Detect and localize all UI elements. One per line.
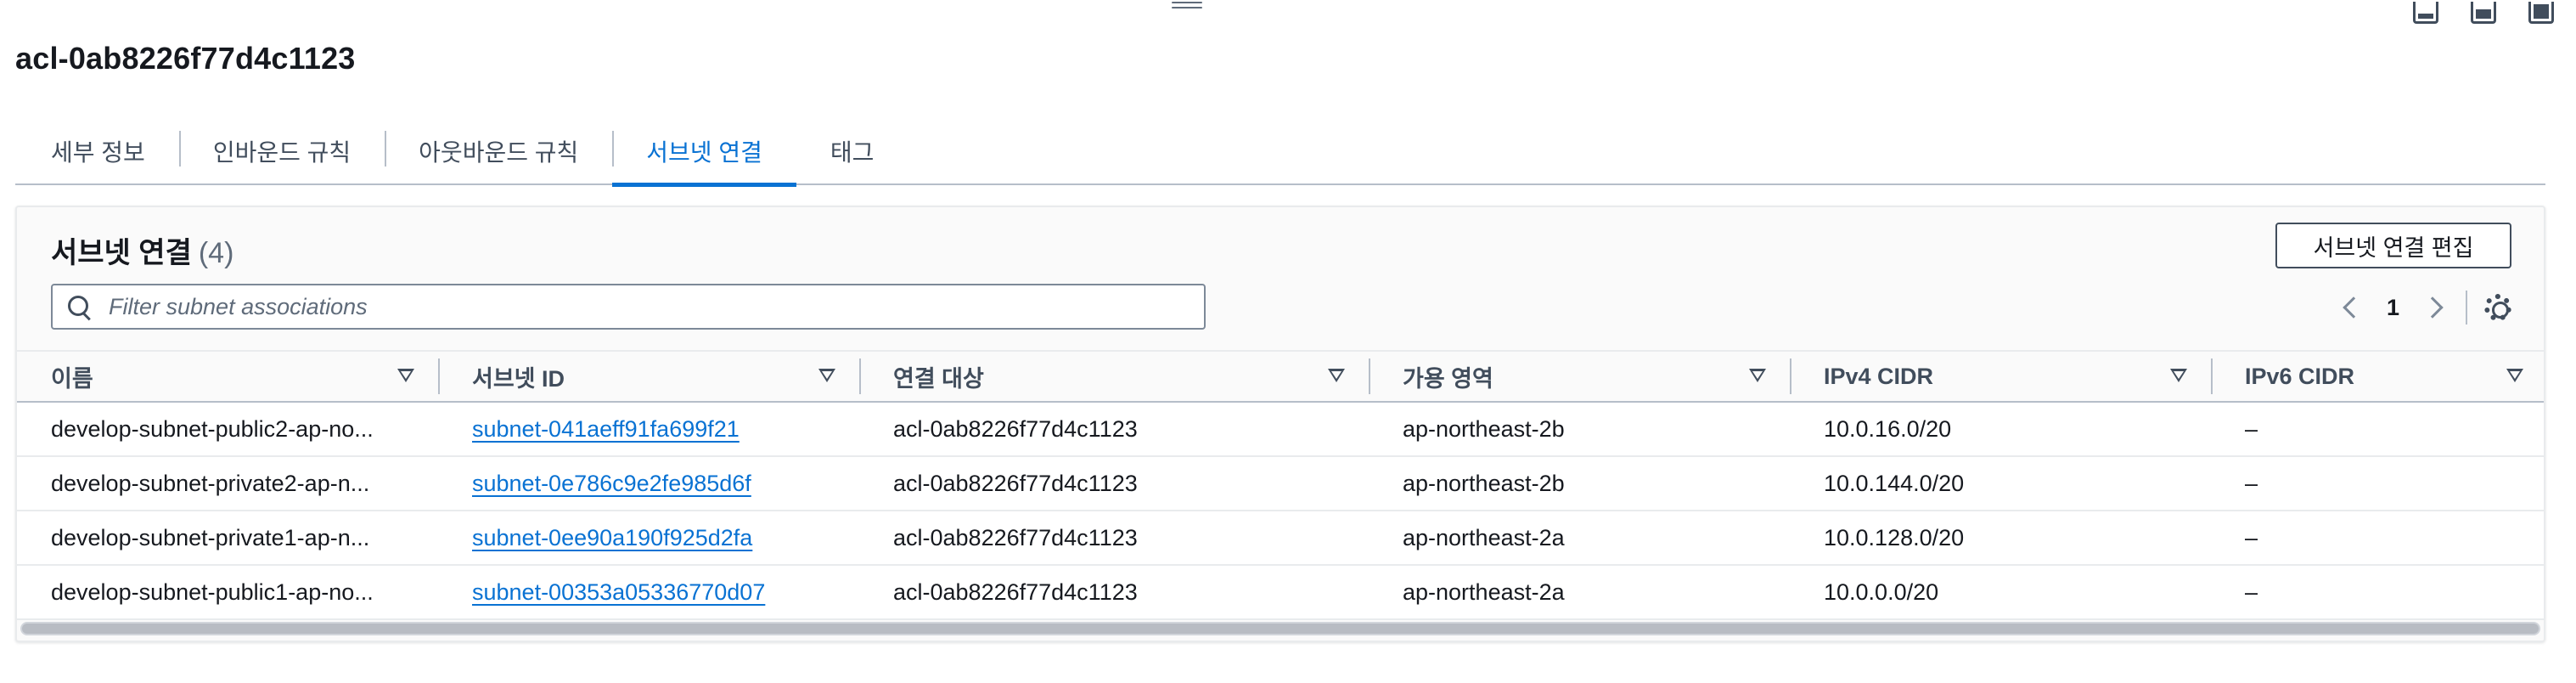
tab-inbound-rules[interactable]: 인바운드 규칙 [178,127,385,185]
cell-associated-with: acl-0ab8226f77d4c1123 [893,415,1138,442]
cell-name: develop-subnet-public1-ap-no... [51,579,374,605]
column-header-ipv4-cidr[interactable]: IPv4 CIDR [1790,350,2211,403]
cell-ipv4-cidr: 10.0.144.0/20 [1824,470,1965,496]
panel-title-text: 서브넷 연결 [51,237,192,269]
cell-subnet-id: subnet-0e786c9e2fe985d6f [438,456,859,511]
cell-name: develop-subnet-public2-ap-no... [51,415,374,442]
table-header: 이름 서브넷 ID 연결 대상 가용 영역 IPv4 CIDR IPv6 CID… [17,350,2544,403]
cell-ipv6-cidr: – [2245,415,2258,442]
tab-outbound-rules[interactable]: 아웃바운드 규칙 [385,127,612,185]
layout-full-icon[interactable] [2528,2,2554,24]
panel-title: 서브넷 연결 (4) [51,229,233,271]
table-row[interactable]: develop-subnet-private2-ap-n... subnet-0… [17,456,2544,511]
column-header-associated-with[interactable]: 연결 대상 [859,350,1369,403]
cell-ipv4-cidr: 10.0.0.0/20 [1824,579,1939,605]
chevron-right-icon[interactable] [2421,296,2444,319]
cell-ipv4-cidr: 10.0.16.0/20 [1824,415,1952,442]
sort-caret-icon[interactable] [397,369,414,382]
sort-caret-icon[interactable] [1328,369,1345,382]
cell-name: develop-subnet-private2-ap-n... [51,470,370,496]
table-row[interactable]: develop-subnet-public1-ap-no... subnet-0… [17,565,2544,620]
layout-half-icon[interactable] [2471,2,2496,24]
table-row[interactable]: develop-subnet-private1-ap-n... subnet-0… [17,511,2544,566]
subnet-associations-panel: 서브넷 연결(4) 서브넷 연결 편집 1 이름 서브넷 ID 연결 대상 가용… [15,206,2545,642]
cell-ipv6-cidr: – [2245,524,2258,550]
cell-ipv6-cidr: – [2245,470,2258,496]
cell-subnet-id: subnet-00353a05336770d07 [438,565,859,619]
horizontal-scrollbar[interactable] [20,622,2540,635]
cell-associated-with: acl-0ab8226f77d4c1123 [893,524,1138,550]
cell-ipv6-cidr: – [2245,579,2258,605]
cell-subnet-id: subnet-0ee90a190f925d2fa [438,511,859,565]
column-header-ipv6-cidr[interactable]: IPv6 CIDR [2211,350,2544,403]
filter-input[interactable] [109,293,1170,320]
tab-bar: 세부 정보 인바운드 규칙 아웃바운드 규칙 서브넷 연결 태그 [15,127,2545,187]
column-header-label: 이름 [51,365,93,392]
sort-caret-icon[interactable] [1749,369,1766,382]
subnet-id-link[interactable]: subnet-00353a05336770d07 [472,579,765,606]
column-header-label: 연결 대상 [893,365,984,392]
pagination: 1 [2334,289,2511,326]
cell-name: develop-subnet-private1-ap-n... [51,524,370,550]
subnet-id-link[interactable]: subnet-0e786c9e2fe985d6f [472,471,751,497]
column-header-label: IPv4 CIDR [1824,363,1934,389]
cell-subnet-id: subnet-041aeff91fa699f21 [438,402,859,456]
search-icon [66,294,92,319]
panel-count: (4) [198,237,234,269]
chevron-left-icon[interactable] [2343,296,2365,319]
layout-bottom-icon[interactable] [2413,2,2438,24]
column-header-label: 서브넷 ID [472,365,565,392]
subnet-table: 이름 서브넷 ID 연결 대상 가용 영역 IPv4 CIDR IPv6 CID… [17,350,2544,620]
cell-availability-zone: ap-northeast-2a [1403,579,1565,605]
page-title: acl-0ab8226f77d4c1123 [15,41,356,76]
tab-details[interactable]: 세부 정보 [15,127,179,185]
subnet-id-link[interactable]: subnet-0ee90a190f925d2fa [472,525,752,551]
gear-icon[interactable] [2484,294,2511,321]
tab-subnet-associations[interactable]: 서브넷 연결 [612,127,796,187]
column-header-availability-zone[interactable]: 가용 영역 [1369,350,1790,403]
column-header-subnet-id[interactable]: 서브넷 ID [438,350,859,403]
filter-box [51,284,1206,330]
edit-subnet-associations-button[interactable]: 서브넷 연결 편집 [2275,223,2511,268]
page-number[interactable]: 1 [2387,295,2399,321]
tab-tags[interactable]: 태그 [796,127,908,185]
table-row[interactable]: develop-subnet-public2-ap-no... subnet-0… [17,402,2544,457]
drag-handle-icon[interactable] [1172,2,1202,14]
pager-divider [2466,291,2467,325]
sort-caret-icon[interactable] [818,369,835,382]
cell-availability-zone: ap-northeast-2b [1403,470,1565,496]
cell-ipv4-cidr: 10.0.128.0/20 [1824,524,1965,550]
scrollbar-thumb[interactable] [22,624,2539,634]
subnet-id-link[interactable]: subnet-041aeff91fa699f21 [472,416,740,443]
column-header-label: 가용 영역 [1403,365,1493,392]
cell-availability-zone: ap-northeast-2b [1403,415,1565,442]
sort-caret-icon[interactable] [2170,369,2187,382]
sort-caret-icon[interactable] [2506,369,2523,382]
cell-associated-with: acl-0ab8226f77d4c1123 [893,579,1138,605]
column-header-label: IPv6 CIDR [2245,363,2355,389]
cell-associated-with: acl-0ab8226f77d4c1123 [893,470,1138,496]
cell-availability-zone: ap-northeast-2a [1403,524,1565,550]
column-header-name[interactable]: 이름 [17,350,438,403]
layout-toggle-group [2413,2,2554,24]
